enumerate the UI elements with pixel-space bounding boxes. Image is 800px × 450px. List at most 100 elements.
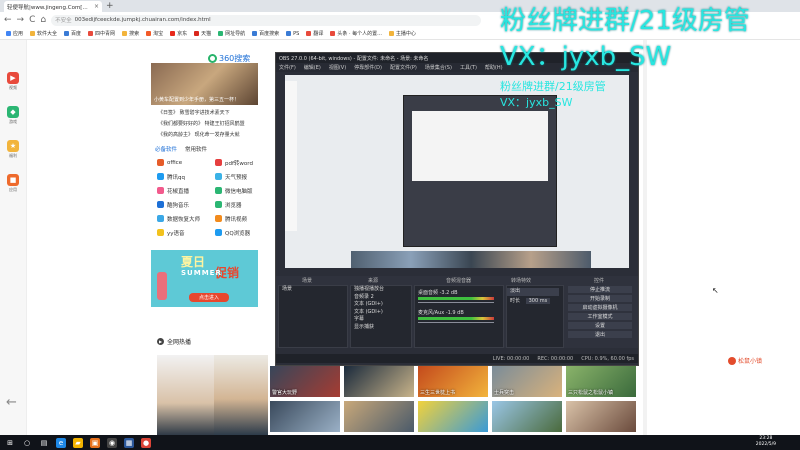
summer-sale-banner[interactable]: 夏日 促销 SUMMER 点击进入 — [151, 250, 258, 307]
bookmark-item[interactable]: 京东 — [170, 30, 187, 37]
source-item[interactable]: 独播视播放台 — [351, 286, 411, 294]
source-item[interactable]: 文本 (GDI+) — [351, 309, 411, 317]
bookmark-item[interactable]: 天猫 — [194, 30, 211, 37]
clock[interactable]: 23:28 2022/5/9 — [756, 436, 776, 448]
taskbar-app-icon[interactable]: ▦ — [124, 437, 134, 448]
obs-window[interactable]: OBS 27.0.0 (64-bit, windows) - 配置文件: 未命名… — [275, 52, 639, 366]
bookmark-item[interactable]: 应用 — [6, 30, 23, 37]
app-link[interactable]: pdf转word — [215, 157, 273, 168]
bookmark-item[interactable]: 百度搜索 — [252, 30, 279, 37]
bookmark-item[interactable]: 翻译 — [306, 30, 323, 37]
video-title: 三生三世枕上书 — [420, 390, 456, 396]
source-item[interactable]: 音频录 2 — [351, 294, 411, 302]
dock-item[interactable]: ◆ 游戏 — [6, 106, 20, 125]
enter-button[interactable]: 点击进入 — [189, 293, 229, 302]
bookmark-item[interactable]: PS — [286, 31, 299, 37]
source-item[interactable]: 文本 (GDI+) — [351, 301, 411, 309]
reload-icon[interactable]: C — [29, 15, 35, 25]
video-thumbnail[interactable] — [492, 401, 562, 432]
arrow-left-icon[interactable]: ← — [6, 395, 17, 410]
dock-item[interactable]: ★ 福利 — [6, 140, 20, 159]
taskbar-app-icon[interactable]: e — [56, 437, 66, 448]
taskbar-app-icon[interactable]: ◉ — [107, 437, 117, 448]
video-thumbnail[interactable] — [418, 401, 488, 432]
songshu-logo[interactable]: 松鼠小镇 — [728, 356, 762, 365]
obs-menu-item[interactable]: 场景集合(S) — [425, 64, 452, 71]
tab-common-software[interactable]: 常用软件 — [185, 145, 207, 153]
app-link[interactable]: QQ浏览器 — [215, 227, 273, 238]
news-banner[interactable]: 小黄车配置到少年手册，第三五一杯！ — [151, 63, 258, 105]
home-icon[interactable]: ⌂ — [40, 15, 46, 25]
volume-slider[interactable] — [418, 302, 494, 303]
video-thumbnail[interactable]: 三只松鼠之松鼠小镇 — [566, 366, 636, 397]
app-link[interactable]: office — [157, 157, 215, 168]
app-link[interactable]: yy语音 — [157, 227, 215, 238]
taskbar-app-icon[interactable]: ⊞ — [5, 438, 15, 448]
video-thumbnail[interactable] — [344, 366, 414, 397]
control-button[interactable]: 退出 — [568, 331, 632, 338]
obs-menu-item[interactable]: 停靠部件(D) — [354, 64, 382, 71]
control-button[interactable]: 设置 — [568, 322, 632, 329]
video-thumbnail[interactable]: 士兵突击 — [492, 366, 562, 397]
taskbar-app-icon[interactable]: ○ — [22, 438, 32, 448]
obs-menu-item[interactable]: 配置文件(P) — [390, 64, 417, 71]
dock-label: 游戏 — [9, 119, 17, 124]
control-button[interactable]: 开始录制 — [568, 295, 632, 302]
obs-menu-item[interactable]: 文件(F) — [279, 64, 296, 71]
app-link[interactable]: 腾讯qq — [157, 171, 215, 182]
taskbar-app-icon[interactable]: ▣ — [90, 437, 100, 448]
app-link[interactable]: 花椒直播 — [157, 185, 215, 196]
control-button[interactable]: 停止推流 — [568, 286, 632, 293]
taskbar-app-icon[interactable]: ● — [141, 437, 151, 448]
news-item[interactable]: 《我的高龄主》 现化命一发存量大就 — [158, 130, 273, 141]
source-item[interactable]: 显示捕获 — [351, 324, 411, 332]
bookmark-item[interactable]: 四中青网 — [88, 30, 115, 37]
video-thumbnail[interactable] — [270, 401, 340, 432]
app-link[interactable]: 腾讯视频 — [215, 213, 273, 224]
app-link[interactable]: 酷狗音乐 — [157, 199, 215, 210]
url-input[interactable]: 不安全 003edijfceeckde.jumpkj.chuairan.com/… — [51, 14, 482, 26]
control-button[interactable]: 启动虚拟摄像机 — [568, 304, 632, 311]
obs-menu-item[interactable]: 编辑(E) — [304, 64, 321, 71]
control-button[interactable]: 工作室模式 — [568, 313, 632, 320]
dock-item[interactable]: ▶ 视频 — [6, 72, 20, 91]
bookmark-item[interactable]: 主播中心 — [389, 30, 416, 37]
obs-menu-item[interactable]: 视图(V) — [329, 64, 346, 71]
video-photo[interactable] — [214, 355, 268, 435]
taskbar-app-icon[interactable]: ▰ — [73, 437, 83, 448]
browser-tab[interactable]: 轻便导航|www.jingeng.Com[... × — [4, 1, 102, 12]
close-icon[interactable]: × — [94, 3, 99, 10]
scene-item[interactable]: 场景 — [279, 286, 347, 294]
bookmark-item[interactable]: 头条 · 每个人的置... — [330, 30, 382, 37]
app-link[interactable]: 天气预报 — [215, 171, 273, 182]
app-link[interactable]: 浏览器 — [215, 199, 273, 210]
back-icon[interactable]: ← — [4, 15, 12, 25]
source-item[interactable]: 字幕 — [351, 316, 411, 324]
app-icon — [157, 201, 164, 208]
obs-menu-item[interactable]: 工具(T) — [460, 64, 477, 71]
app-link[interactable]: 数据恢复大师 — [157, 213, 215, 224]
obs-preview[interactable] — [285, 75, 629, 268]
transition-select[interactable]: 淡出 — [507, 288, 559, 296]
app-link[interactable]: 微信电脑版 — [215, 185, 273, 196]
bookmark-item[interactable]: 网址导航 — [218, 30, 245, 37]
video-thumbnail[interactable]: 警官大玩野 — [270, 366, 340, 397]
bookmark-item[interactable]: 软件大全 — [30, 30, 57, 37]
volume-slider[interactable] — [418, 322, 494, 323]
tab-essential-software[interactable]: 必备软件 — [155, 145, 177, 153]
forward-icon[interactable]: → — [17, 15, 25, 25]
app-name: 酷狗音乐 — [167, 202, 190, 209]
taskbar-app-icon[interactable]: ▤ — [39, 438, 49, 448]
video-thumbnail[interactable] — [566, 401, 636, 432]
video-thumbnail[interactable]: 三生三世枕上书 — [418, 366, 488, 397]
news-item[interactable]: 《日签》 致雪碧字进技术素天下 — [158, 108, 273, 119]
dock-item[interactable]: ■ 应用 — [6, 174, 20, 193]
news-item[interactable]: 《我们都要好好的》 特建王钉招风鹤盟 — [158, 119, 273, 130]
new-tab-button[interactable]: + — [106, 1, 114, 11]
bookmark-item[interactable]: 淘宝 — [146, 30, 163, 37]
duration-input[interactable]: 300 ms — [525, 297, 551, 304]
video-thumbnail[interactable] — [344, 401, 414, 432]
page-scrollbar[interactable] — [643, 40, 647, 435]
bookmark-item[interactable]: 百度 — [64, 30, 81, 37]
bookmark-item[interactable]: 搜索 — [122, 30, 139, 37]
